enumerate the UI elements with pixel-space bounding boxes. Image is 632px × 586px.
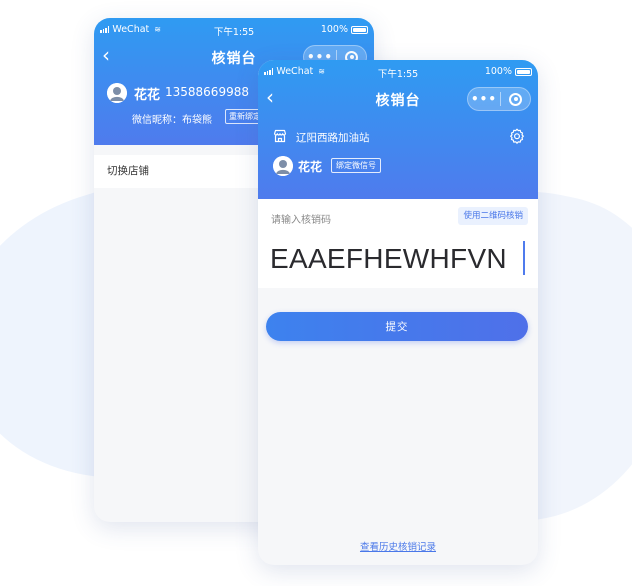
user-name: 花花	[298, 160, 323, 174]
more-dots-icon[interactable]: •••	[468, 88, 500, 110]
redeem-code-input[interactable]	[270, 242, 510, 276]
user-name: 花花	[134, 88, 161, 103]
battery-label: 100%	[320, 24, 348, 35]
target-icon[interactable]	[501, 92, 530, 106]
code-input-label: 请输入核销码	[271, 215, 331, 226]
miniapp-capsule: •••	[467, 87, 531, 111]
status-bar: WeChat ≋ 下午1:55 100%	[258, 60, 538, 82]
front-header: WeChat ≋ 下午1:55 100% ‹ 核销台 ••• 辽阳西路加油站 花…	[258, 60, 538, 199]
nav-bar: ‹ 核销台 •••	[258, 84, 538, 114]
wechat-nickname: 微信昵称：布袋熊	[132, 115, 212, 126]
store-icon	[273, 129, 287, 143]
text-caret	[523, 241, 525, 275]
status-bar: WeChat ≋ 下午1:55 100%	[94, 18, 374, 40]
redeem-code-card: 请输入核销码 使用二维码核销	[258, 199, 538, 288]
battery-info: 100%	[321, 24, 368, 35]
history-records-link[interactable]: 查看历史核销记录	[258, 539, 538, 553]
submit-button[interactable]: 提交	[266, 312, 528, 341]
user-phone: 13588669988	[165, 85, 249, 99]
battery-icon	[351, 25, 368, 34]
battery-icon	[515, 67, 532, 76]
battery-info: 100%	[485, 66, 532, 77]
bind-wechat-button[interactable]: 绑定微信号	[331, 158, 381, 173]
avatar	[273, 156, 293, 176]
front-phone-screen: WeChat ≋ 下午1:55 100% ‹ 核销台 ••• 辽阳西路加油站 花…	[258, 60, 538, 565]
battery-label: 100%	[484, 66, 512, 77]
qr-redeem-button[interactable]: 使用二维码核销	[458, 207, 528, 225]
store-name: 辽阳西路加油站	[296, 132, 370, 144]
avatar	[107, 83, 127, 103]
gear-icon[interactable]	[509, 128, 525, 144]
